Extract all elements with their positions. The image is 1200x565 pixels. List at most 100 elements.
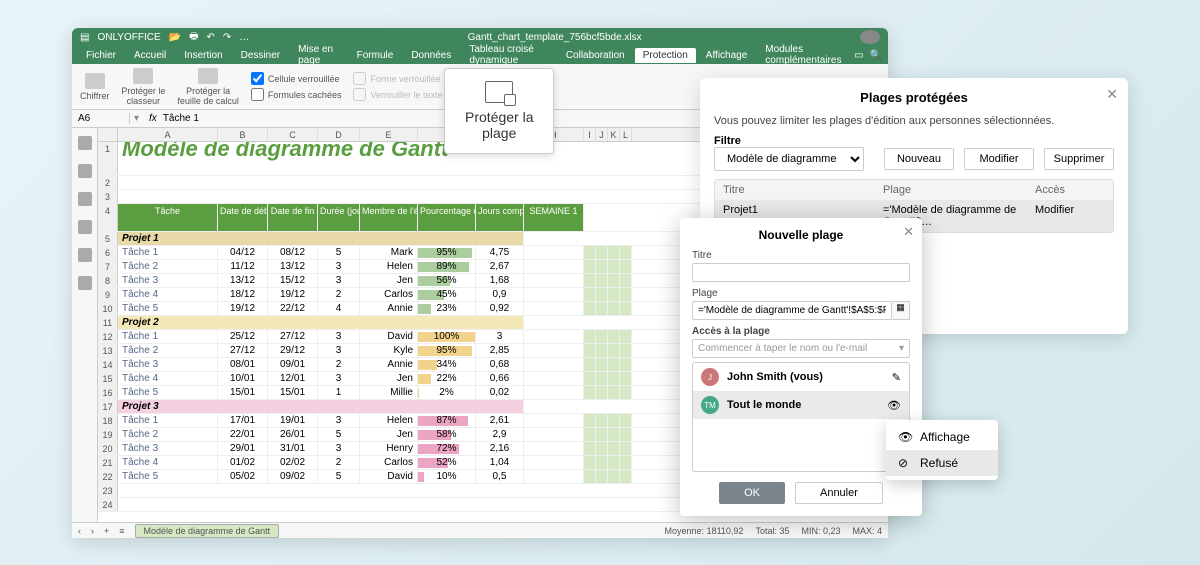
col-range: Plage <box>883 184 1035 196</box>
filter-select[interactable]: Modèle de diagramme de Gantt <box>714 147 864 171</box>
chevron-down-icon: ▾ <box>899 343 904 354</box>
search-icon[interactable] <box>78 136 92 150</box>
eye-icon[interactable]: 👁 <box>887 399 901 412</box>
col-header[interactable]: J <box>596 128 608 141</box>
lock-text-checkbox: Verrouiller le texte <box>353 88 442 101</box>
workbook-lock-icon <box>133 68 153 84</box>
col-header[interactable]: I <box>584 128 596 141</box>
brand-name: ONLYOFFICE <box>97 32 160 43</box>
column-header: Membre de l'équipe <box>360 204 418 231</box>
folder-icon[interactable]: ▭ <box>854 50 863 61</box>
menu-formule[interactable]: Formule <box>349 48 402 63</box>
col-header[interactable]: K <box>608 128 620 141</box>
access-combo[interactable]: Commencer à taper le nom ou l'e-mail▾ <box>692 339 910 358</box>
protect-sheet-button[interactable]: Protéger la feuille de calcul <box>177 68 239 106</box>
cell-reference[interactable]: A6 <box>72 113 130 124</box>
next-sheet-icon[interactable]: › <box>91 526 94 536</box>
status-total: Total: 35 <box>755 526 789 536</box>
menu-affichage[interactable]: Affichage <box>698 48 756 63</box>
denied-icon: ⊘ <box>898 456 912 470</box>
dropdown-icon[interactable]: ▾ <box>130 113 143 124</box>
column-header: Jours complets <box>476 204 524 231</box>
chat-icon[interactable] <box>78 192 92 206</box>
add-sheet-icon[interactable]: + <box>104 526 109 536</box>
col-header[interactable]: B <box>218 128 268 141</box>
ok-button[interactable]: OK <box>719 482 785 504</box>
encrypt-button[interactable]: Chiffrer <box>80 73 109 101</box>
status-average: Moyenne: 18110,92 <box>665 526 744 536</box>
menu-accueil[interactable]: Accueil <box>126 48 174 63</box>
range-label: Plage <box>692 288 910 299</box>
range-lock-icon <box>485 81 513 103</box>
protect-workbook-button[interactable]: Protéger le classeur <box>121 68 165 106</box>
protect-sheet-label: Protéger la feuille de calcul <box>177 86 239 106</box>
menu-dessiner[interactable]: Dessiner <box>233 48 288 63</box>
col-header[interactable]: D <box>318 128 360 141</box>
open-icon[interactable]: 📂 <box>169 32 181 43</box>
panel-title: Plages protégées <box>714 90 1114 105</box>
column-header: Pourcentage de réussite <box>418 204 476 231</box>
lock-icon <box>85 73 105 89</box>
more-icon[interactable]: … <box>239 32 249 43</box>
close-icon[interactable]: ✕ <box>903 224 914 240</box>
comments-icon[interactable] <box>78 164 92 178</box>
menu-données[interactable]: Données <box>403 48 459 63</box>
hidden-formulas-checkbox[interactable]: Formules cachées <box>251 88 342 101</box>
sheet-lock-icon <box>198 68 218 84</box>
spellcheck-icon[interactable] <box>78 220 92 234</box>
user-row-everyone[interactable]: TM Tout le monde 👁 <box>693 391 909 419</box>
protect-workbook-label: Protéger le classeur <box>121 86 165 106</box>
col-header[interactable]: L <box>620 128 632 141</box>
statusbar: ‹ › + ≡ Modèle de diagramme de Gantt Moy… <box>72 522 888 538</box>
column-header: Durée (jours) <box>318 204 360 231</box>
print-icon[interactable]: 🖶 <box>189 29 198 46</box>
search-icon[interactable]: 🔍 <box>870 50 882 61</box>
menu-protection[interactable]: Protection <box>635 48 696 63</box>
title-input[interactable] <box>692 263 910 282</box>
protect-range-tooltip: Protéger la plage <box>444 68 554 154</box>
column-header: Tâche <box>118 204 218 231</box>
filename: Gantt_chart_template_756bcf5bde.xlsx <box>249 32 860 43</box>
cancel-button[interactable]: Annuler <box>795 482 883 504</box>
status-min: MIN: 0,23 <box>801 526 840 536</box>
user-row-self[interactable]: J John Smith (vous) ✎ <box>693 363 909 391</box>
close-icon[interactable]: ✕ <box>1106 86 1118 103</box>
permission-dropdown: 👁 Affichage ⊘ Refusé <box>886 420 998 480</box>
menu-collaboration[interactable]: Collaboration <box>558 48 633 63</box>
col-access: Accès <box>1035 184 1105 196</box>
range-input[interactable] <box>692 301 892 320</box>
dropdown-item-denied[interactable]: ⊘ Refusé <box>886 450 998 476</box>
info-icon[interactable] <box>78 276 92 290</box>
undo-icon[interactable]: ↶ <box>207 32 215 43</box>
filter-label: Filtre <box>714 135 1114 147</box>
col-header[interactable]: E <box>360 128 418 141</box>
redo-icon[interactable]: ↷ <box>223 32 231 43</box>
column-header: SEMAINE 1 <box>524 204 584 231</box>
edit-icon[interactable]: ✎ <box>892 371 901 384</box>
feedback-icon[interactable] <box>78 248 92 262</box>
col-header[interactable]: C <box>268 128 318 141</box>
sheet-tab[interactable]: Modèle de diagramme de Gantt <box>135 524 280 538</box>
sheets-list-icon[interactable]: ≡ <box>119 526 124 536</box>
encrypt-label: Chiffrer <box>80 91 109 101</box>
locked-shape-checkbox: Forme verrouillée <box>353 72 442 85</box>
access-label: Accès à la plage <box>692 326 910 337</box>
column-header: Date de fin <box>268 204 318 231</box>
delete-button[interactable]: Supprimer <box>1044 148 1114 170</box>
locked-cell-checkbox[interactable]: Cellule verrouillée <box>251 72 342 85</box>
dropdown-item-view[interactable]: 👁 Affichage <box>886 424 998 450</box>
col-title: Titre <box>723 184 883 196</box>
edit-button[interactable]: Modifier <box>964 148 1034 170</box>
column-header: Date de début <box>218 204 268 231</box>
menu-insertion[interactable]: Insertion <box>176 48 230 63</box>
user-avatar[interactable] <box>860 30 880 44</box>
col-header[interactable]: A <box>118 128 218 141</box>
menubar: FichierAccueilInsertionDessinerMise en p… <box>72 46 888 64</box>
prev-sheet-icon[interactable]: ‹ <box>78 526 81 536</box>
formula-input[interactable]: Tâche 1 <box>163 113 199 124</box>
users-list: J John Smith (vous) ✎ TM Tout le monde 👁 <box>692 362 910 472</box>
menu-fichier[interactable]: Fichier <box>78 48 124 63</box>
select-range-icon[interactable]: ▦ <box>892 301 910 320</box>
brand-logo: ▤ <box>80 32 89 43</box>
new-button[interactable]: Nouveau <box>884 148 954 170</box>
